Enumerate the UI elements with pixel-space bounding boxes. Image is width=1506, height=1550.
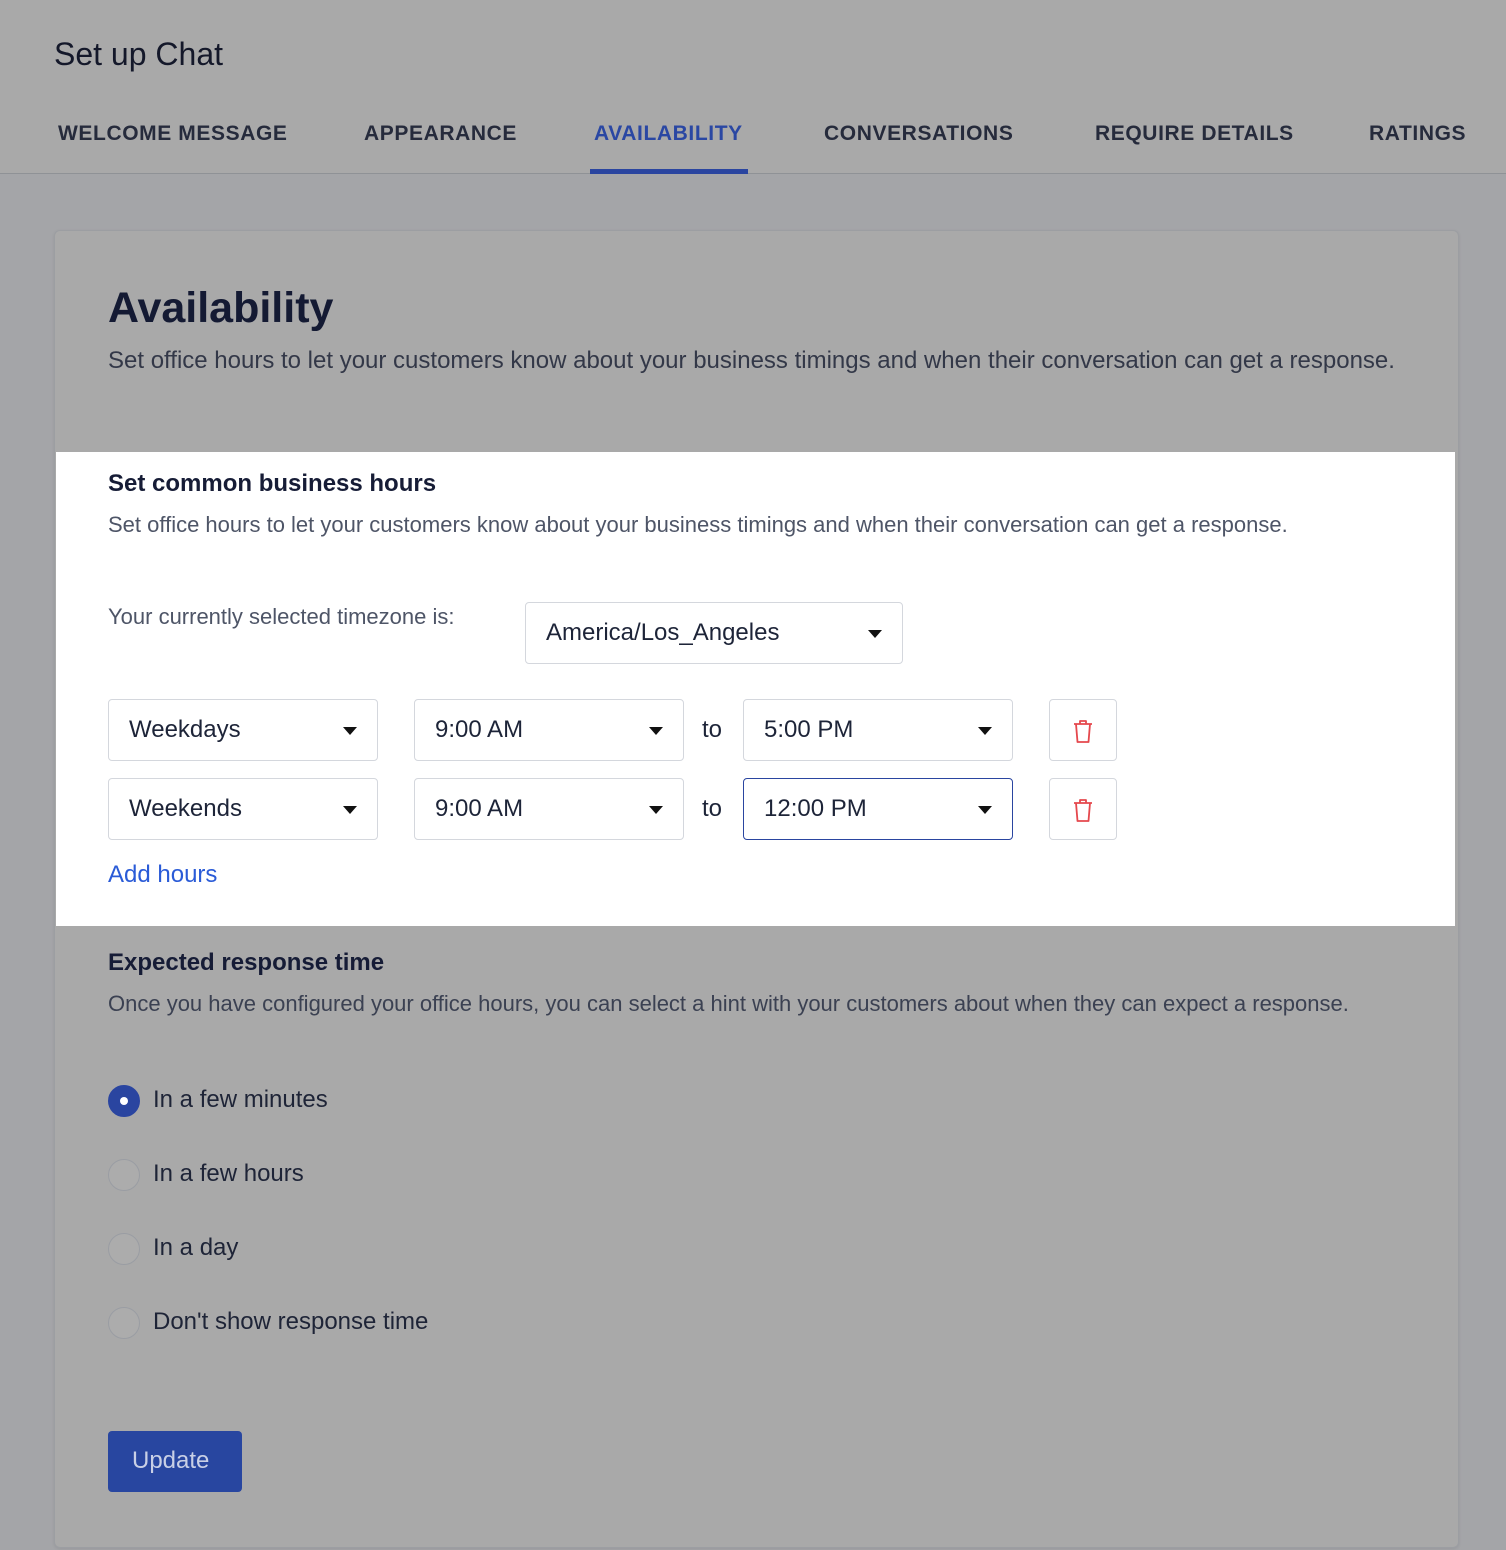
radio-icon[interactable] (108, 1307, 140, 1339)
days-value: Weekdays (129, 716, 241, 743)
tab-welcome-message[interactable]: WELCOME MESSAGE (58, 122, 288, 146)
radio-label: In a day (153, 1234, 239, 1261)
caret-down-icon (649, 806, 663, 814)
to-time-value: 5:00 PM (764, 716, 854, 743)
business-hours-heading: Set common business hours (108, 470, 437, 497)
from-time-value: 9:00 AM (435, 795, 524, 822)
days-value: Weekends (129, 795, 242, 822)
caret-down-icon (978, 727, 992, 735)
timezone-value: America/Los_Angeles (546, 619, 780, 646)
radio-icon[interactable] (108, 1233, 140, 1265)
tab-ratings[interactable]: RATINGS (1369, 122, 1466, 146)
tab-availability[interactable]: AVAILABILITY (594, 122, 743, 146)
caret-down-icon (343, 727, 357, 735)
tab-conversations[interactable]: CONVERSATIONS (824, 122, 1013, 146)
update-button-label: Update (132, 1447, 210, 1474)
caret-down-icon (978, 806, 992, 814)
active-tab-indicator (590, 169, 748, 174)
add-hours-link[interactable]: Add hours (108, 861, 217, 889)
radio-label: Don't show response time (153, 1308, 429, 1335)
to-time-select[interactable]: 12:00 PM (743, 778, 1013, 840)
to-label: to (702, 716, 723, 743)
from-time-select[interactable]: 9:00 AM (414, 778, 684, 840)
radio-label: In a few hours (153, 1160, 304, 1187)
caret-down-icon (343, 806, 357, 814)
tab-appearance[interactable]: APPEARANCE (364, 122, 517, 146)
to-time-value: 12:00 PM (764, 795, 867, 822)
from-time-select[interactable]: 9:00 AM (414, 699, 684, 761)
to-label: to (702, 795, 723, 822)
timezone-select[interactable]: America/Los_Angeles (525, 602, 903, 664)
trash-icon (1074, 799, 1092, 822)
caret-down-icon (868, 630, 882, 638)
trash-icon (1074, 720, 1092, 743)
top-header: Set up Chat WELCOME MESSAGE APPEARANCE A… (0, 0, 1506, 174)
response-time-description: Once you have configured your office hou… (108, 991, 1349, 1016)
business-hours-description: Set office hours to let your customers k… (108, 512, 1288, 537)
response-time-heading: Expected response time (108, 949, 385, 976)
radio-icon[interactable] (108, 1159, 140, 1191)
update-button[interactable]: Update (108, 1431, 242, 1492)
from-time-value: 9:00 AM (435, 716, 524, 743)
availability-description: Set office hours to let your customers k… (108, 347, 1395, 374)
page-title: Set up Chat (54, 36, 223, 72)
days-select-weekends[interactable]: Weekends (108, 778, 378, 840)
delete-hours-button[interactable] (1049, 778, 1117, 840)
delete-hours-button[interactable] (1049, 699, 1117, 761)
days-select-weekdays[interactable]: Weekdays (108, 699, 378, 761)
to-time-select[interactable]: 5:00 PM (743, 699, 1013, 761)
timezone-label: Your currently selected timezone is: (108, 604, 455, 629)
availability-heading: Availability (108, 284, 334, 332)
radio-label: In a few minutes (153, 1086, 328, 1113)
tab-require-details[interactable]: REQUIRE DETAILS (1095, 122, 1294, 146)
caret-down-icon (649, 727, 663, 735)
radio-icon[interactable] (108, 1085, 140, 1117)
